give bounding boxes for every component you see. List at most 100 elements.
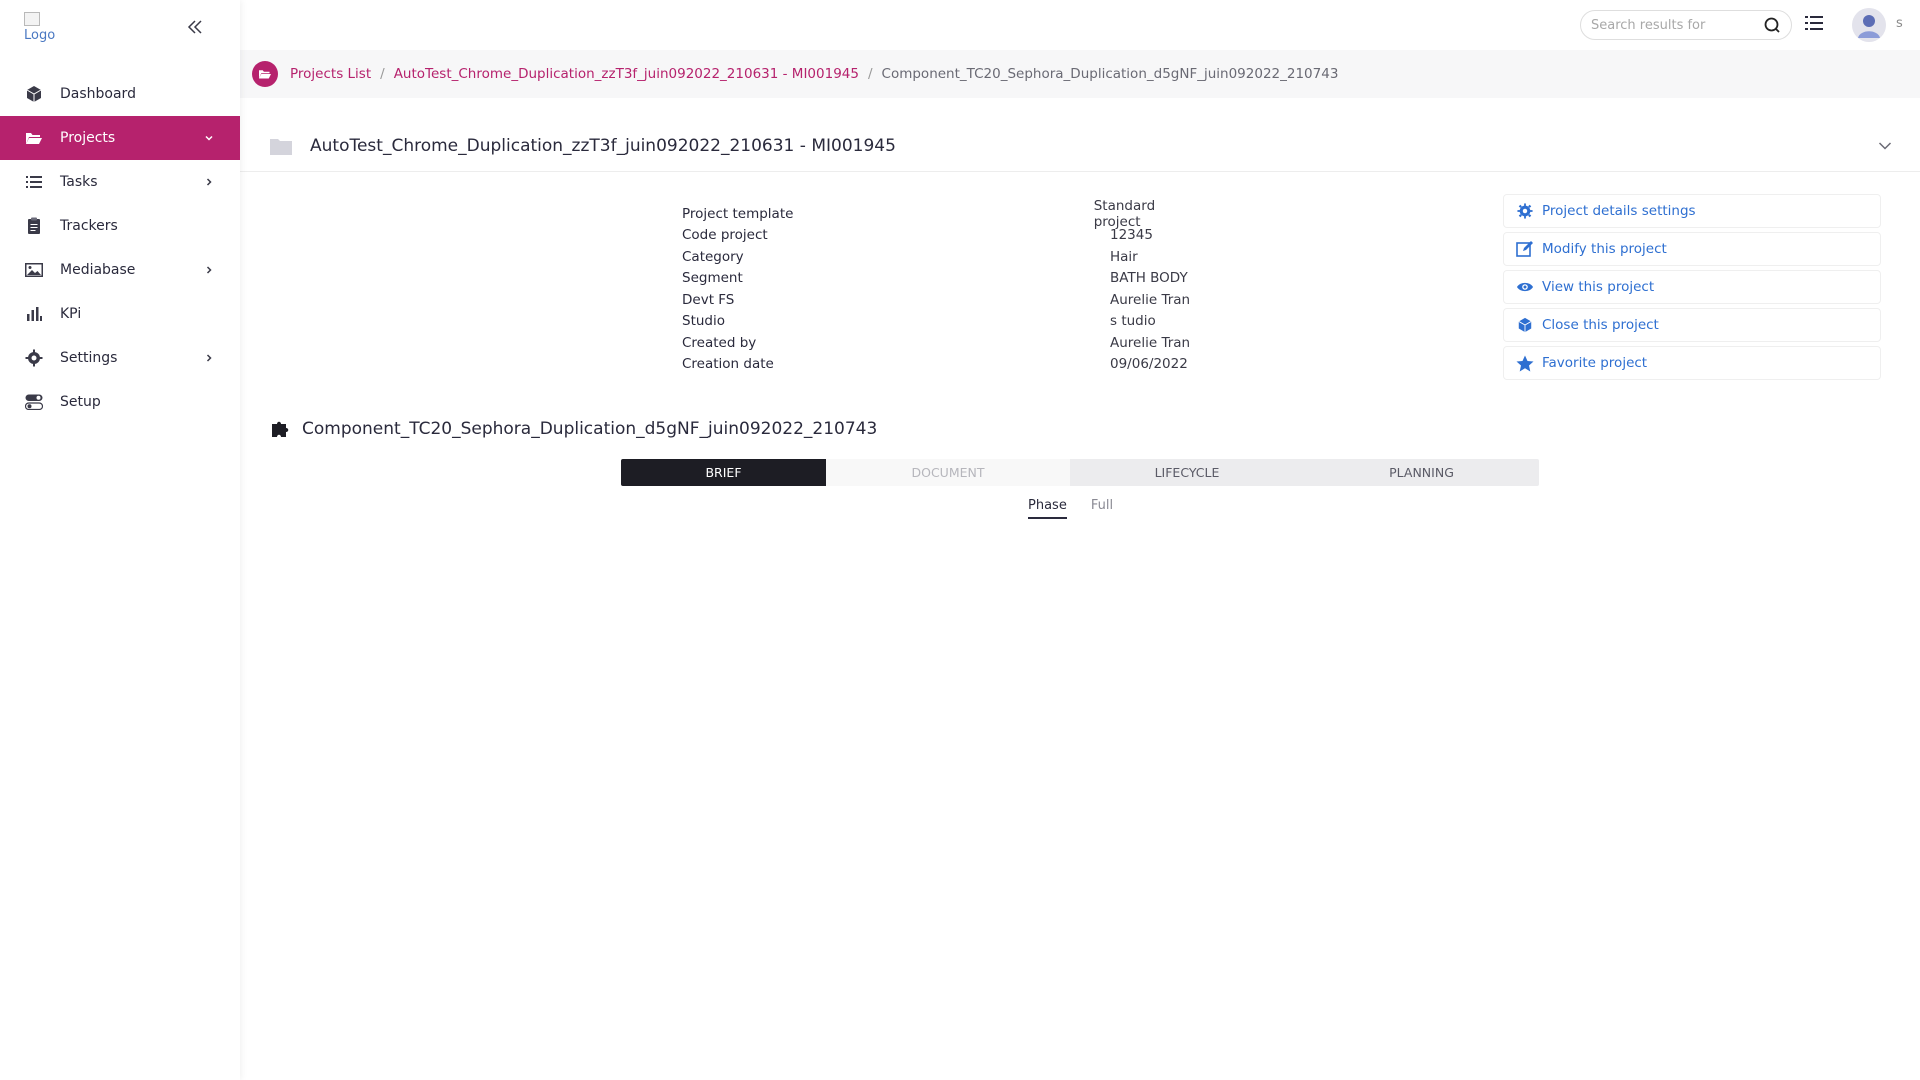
tab-lifecycle[interactable]: LIFECYCLE [1070, 459, 1304, 486]
sidebar-nav: Dashboard Projects Tasks Trackers Mediab… [0, 72, 240, 424]
project-details-settings-button[interactable]: Project details settings [1503, 194, 1881, 228]
breadcrumb-projects-list[interactable]: Projects List [290, 66, 371, 82]
topbar: s [240, 0, 1920, 50]
sidebar-item-label: Trackers [60, 218, 118, 234]
gear-icon [24, 348, 44, 368]
breadcrumb-separator: / [867, 66, 873, 82]
detail-value: 12345 [1110, 227, 1153, 244]
image-icon [24, 260, 44, 280]
detail-row: Creation date 09/06/2022 [682, 354, 1202, 376]
double-chevron-left-icon [187, 20, 202, 34]
tab-brief[interactable]: BRIEF [621, 459, 826, 486]
detail-value: Aurelie Tran [1110, 291, 1191, 308]
cube-icon [1516, 316, 1534, 334]
detail-label: Creation date [682, 356, 774, 373]
search-icon[interactable] [1763, 16, 1781, 34]
component-tabs: BRIEF DOCUMENT LIFECYCLE PLANNING [621, 459, 1539, 486]
component-title: Component_TC20_Sephora_Duplication_d5gNF… [302, 419, 878, 439]
project-title: AutoTest_Chrome_Duplication_zzT3f_juin09… [310, 135, 896, 156]
folder-open-icon [24, 128, 44, 148]
collapse-sidebar-button[interactable] [184, 16, 206, 38]
breadcrumb-separator: / [380, 66, 385, 82]
logo-area: Logo [0, 0, 240, 54]
sidebar-item-mediabase[interactable]: Mediabase [0, 248, 240, 292]
sidebar-item-label: KPi [60, 306, 82, 322]
detail-label: Studio [682, 313, 725, 330]
action-label: Favorite project [1542, 355, 1648, 371]
project-details: Project template Standard project Code p… [682, 198, 1202, 376]
component-header: Component_TC20_Sephora_Duplication_d5gNF… [270, 418, 877, 440]
avatar[interactable] [1852, 8, 1886, 42]
project-collapse-toggle[interactable] [1874, 135, 1896, 157]
detail-row: Devt FS Aurelie Tran [682, 289, 1202, 311]
search-input[interactable] [1591, 17, 1763, 33]
menu-list-button[interactable] [1804, 14, 1824, 34]
sidebar-item-projects[interactable]: Projects [0, 116, 240, 160]
favorite-project-button[interactable]: Favorite project [1503, 346, 1881, 380]
box-icon [24, 84, 44, 104]
user-initial[interactable]: s [1896, 16, 1903, 31]
chevron-right-icon [202, 175, 216, 189]
action-label: Project details settings [1542, 203, 1696, 219]
modify-project-button[interactable]: Modify this project [1503, 232, 1881, 266]
eye-icon [1516, 278, 1534, 296]
detail-value: BATH BODY [1110, 270, 1188, 287]
sidebar-item-dashboard[interactable]: Dashboard [0, 72, 240, 116]
action-label: Modify this project [1542, 241, 1667, 257]
subtab-phase[interactable]: Phase [1028, 498, 1067, 519]
sidebar-item-label: Projects [60, 130, 116, 146]
detail-row: Studio s tudio [682, 311, 1202, 333]
tab-planning[interactable]: PLANNING [1304, 459, 1539, 486]
sidebar: Logo Dashboard Projects Tasks Trackers M… [0, 0, 240, 1080]
sidebar-item-settings[interactable]: Settings [0, 336, 240, 380]
toggle-icon [24, 392, 44, 412]
sidebar-item-kpi[interactable]: KPi [0, 292, 240, 336]
sidebar-item-setup[interactable]: Setup [0, 380, 240, 424]
list-icon [24, 172, 44, 192]
sidebar-item-trackers[interactable]: Trackers [0, 204, 240, 248]
chevron-right-icon [202, 263, 216, 277]
chevron-down-icon [202, 131, 216, 145]
breadcrumb-home-button[interactable] [252, 61, 278, 87]
detail-label: Code project [682, 227, 768, 244]
puzzle-icon [270, 418, 292, 440]
detail-value: Aurelie Tran [1110, 334, 1191, 351]
detail-row: Segment BATH BODY [682, 268, 1202, 290]
sidebar-item-tasks[interactable]: Tasks [0, 160, 240, 204]
view-project-button[interactable]: View this project [1503, 270, 1881, 304]
chevron-right-icon [202, 351, 216, 365]
clipboard-icon [24, 216, 44, 236]
close-project-button[interactable]: Close this project [1503, 308, 1881, 342]
list-icon [1805, 16, 1823, 30]
detail-label: Category [682, 248, 744, 265]
logo-alt-text: Logo [24, 28, 56, 43]
star-icon [1516, 354, 1534, 372]
folder-icon [270, 137, 292, 155]
sidebar-item-label: Tasks [60, 174, 98, 190]
detail-value: s tudio [1110, 313, 1156, 330]
action-label: Close this project [1542, 317, 1659, 333]
detail-row: Category Hair [682, 246, 1202, 268]
detail-value: Hair [1110, 248, 1138, 265]
subtab-full[interactable]: Full [1091, 498, 1113, 519]
gear-icon [1516, 202, 1534, 220]
detail-label: Project template [682, 205, 794, 222]
breadcrumb: Projects List / AutoTest_Chrome_Duplicat… [240, 50, 1920, 98]
project-header: AutoTest_Chrome_Duplication_zzT3f_juin09… [240, 120, 1920, 172]
chevron-down-icon [1878, 141, 1892, 150]
edit-icon [1516, 240, 1534, 258]
sidebar-item-label: Settings [60, 350, 118, 366]
logo[interactable]: Logo [24, 12, 64, 46]
detail-row: Created by Aurelie Tran [682, 332, 1202, 354]
bar-chart-icon [24, 304, 44, 324]
view-subtabs: Phase Full [1028, 498, 1137, 519]
detail-value: 09/06/2022 [1110, 356, 1188, 373]
tab-document[interactable]: DOCUMENT [826, 459, 1070, 486]
project-actions: Project details settings Modify this pro… [1503, 194, 1881, 384]
broken-image-icon [24, 12, 40, 26]
sidebar-item-label: Mediabase [60, 262, 136, 278]
detail-value: Standard project [1093, 197, 1156, 230]
action-label: View this project [1542, 279, 1655, 295]
breadcrumb-project[interactable]: AutoTest_Chrome_Duplication_zzT3f_juin09… [394, 66, 859, 82]
search-box [1580, 10, 1792, 40]
